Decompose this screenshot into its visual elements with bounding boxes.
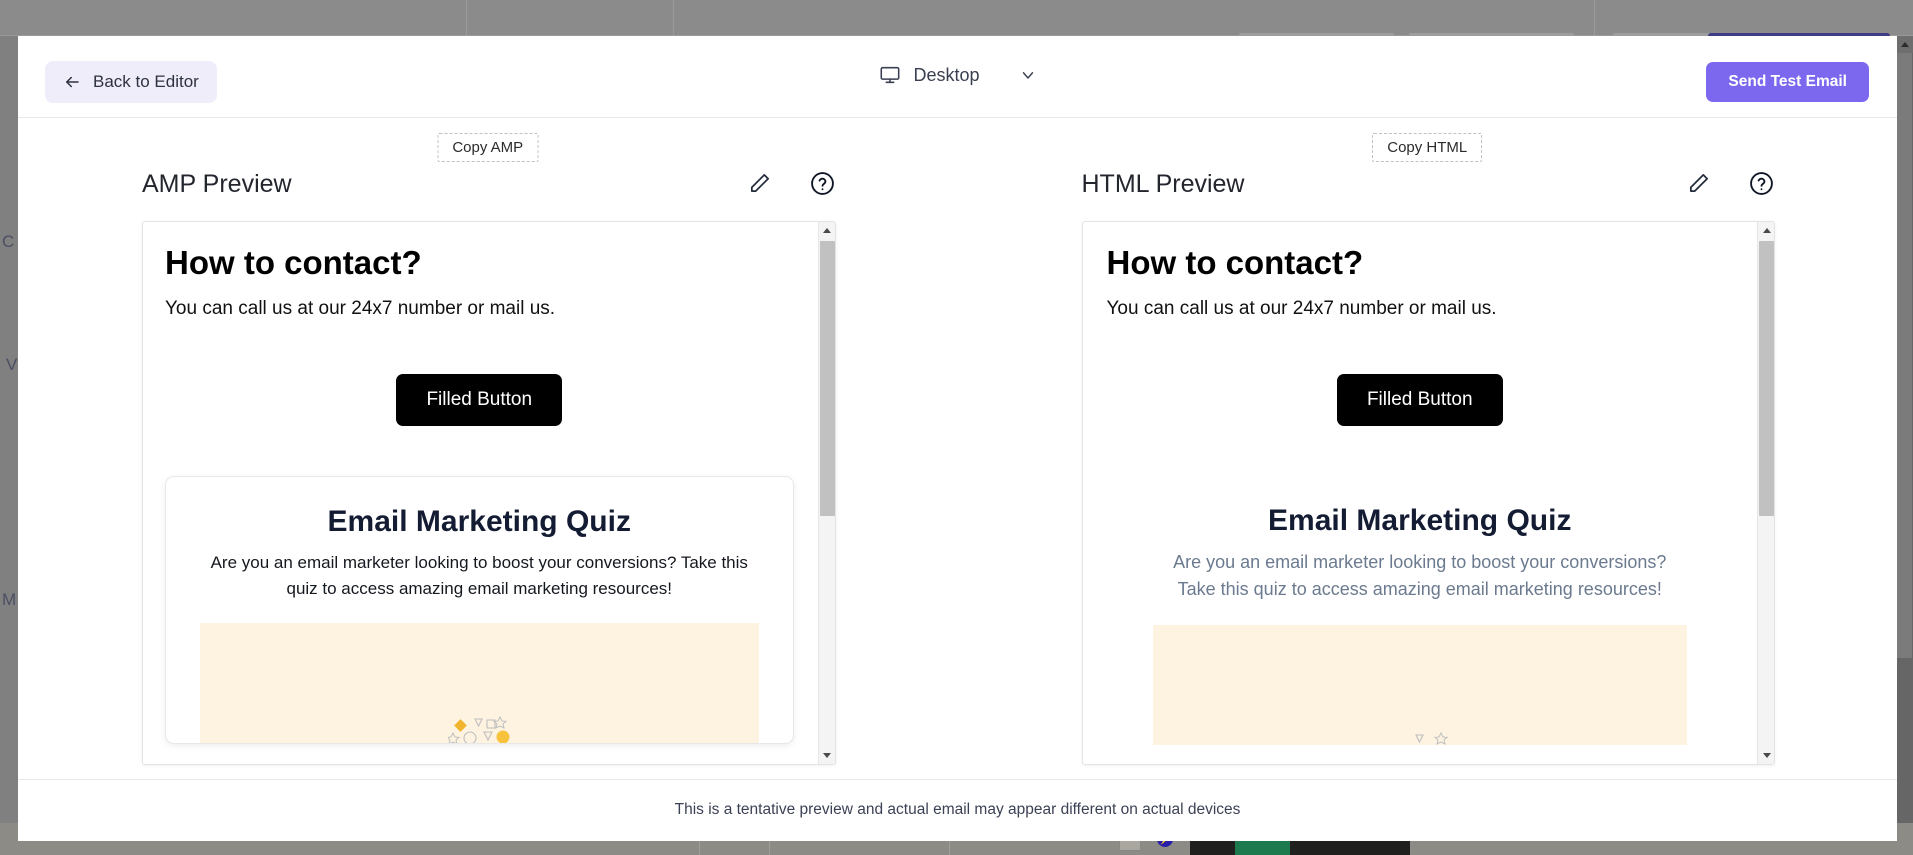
- email-filled-button[interactable]: Filled Button: [396, 374, 563, 426]
- html-scroll-down-arrow[interactable]: [1758, 747, 1774, 764]
- modal-header: Back to Editor Desktop Send Test Email: [18, 36, 1897, 118]
- email-preview-modal: Back to Editor Desktop Send Test Email C…: [18, 36, 1897, 841]
- question-circle-icon[interactable]: [1748, 170, 1775, 197]
- amp-preview-frame: How to contact? You can call us at our 2…: [142, 221, 836, 765]
- html-scrollbar-thumb[interactable]: [1759, 241, 1774, 516]
- email-button-row: Filled Button: [1107, 374, 1734, 426]
- html-preview-frame: How to contact? You can call us at our 2…: [1081, 221, 1775, 765]
- email-heading: How to contact?: [1106, 244, 1364, 281]
- decorative-shapes-icon: [448, 715, 510, 743]
- pencil-edit-icon[interactable]: [746, 170, 773, 197]
- copy-amp-button[interactable]: Copy AMP: [437, 133, 539, 162]
- amp-email-content: How to contact? You can call us at our 2…: [143, 222, 818, 764]
- copy-html-button[interactable]: Copy HTML: [1372, 133, 1483, 162]
- background-topbar-divider: [673, 0, 674, 36]
- html-preview-scrollbar[interactable]: [1757, 222, 1774, 764]
- modal-footer: This is a tentative preview and actual e…: [18, 779, 1897, 840]
- window-scrollbar-thumb[interactable]: [1897, 53, 1912, 658]
- chevron-down-icon: [1019, 66, 1037, 84]
- decorative-shapes-icon: [1389, 731, 1451, 745]
- back-to-editor-button[interactable]: Back to Editor: [45, 61, 217, 103]
- send-test-email-button[interactable]: Send Test Email: [1706, 62, 1869, 102]
- pencil-edit-icon[interactable]: [1685, 170, 1712, 197]
- html-pane-tools: [1685, 170, 1775, 197]
- device-preview-selector[interactable]: Desktop: [878, 64, 1036, 86]
- preview-panes-container: Copy AMP AMP Preview How to contact? You…: [18, 118, 1897, 779]
- quiz-title: Email Marketing Quiz: [1268, 504, 1572, 537]
- email-button-row: Filled Button: [165, 374, 794, 426]
- amp-scroll-up-arrow[interactable]: [819, 222, 835, 239]
- quiz-subtitle: Are you an email marketer looking to boo…: [1173, 552, 1667, 599]
- email-quiz-card: Email Marketing Quiz Are you an email ma…: [1106, 476, 1733, 745]
- amp-pane-tools: [746, 170, 836, 197]
- email-paragraph: You can call us at our 24x7 number or ma…: [165, 298, 556, 319]
- amp-preview-pane: Copy AMP AMP Preview How to contact? You…: [18, 118, 958, 779]
- html-scroll-up-arrow[interactable]: [1758, 222, 1774, 239]
- email-filled-button[interactable]: Filled Button: [1336, 374, 1503, 426]
- amp-preview-scrollbar[interactable]: [817, 222, 835, 764]
- device-selector-label: Desktop: [913, 64, 980, 85]
- background-topbar: [0, 0, 1913, 36]
- preview-disclaimer-text: This is a tentative preview and actual e…: [674, 801, 1241, 818]
- html-preview-title: HTML Preview: [1081, 170, 1245, 198]
- quiz-title: Email Marketing Quiz: [327, 505, 631, 538]
- back-to-editor-label: Back to Editor: [93, 72, 199, 91]
- quiz-banner: [1152, 625, 1687, 745]
- email-quiz-card: Email Marketing Quiz Are you an email ma…: [165, 476, 794, 744]
- html-email-content: How to contact? You can call us at our 2…: [1083, 222, 1758, 764]
- background-topbar-divider: [466, 0, 467, 36]
- amp-scroll-down-arrow[interactable]: [819, 747, 835, 764]
- quiz-banner: [200, 623, 759, 743]
- window-scroll-up-arrow[interactable]: [1896, 36, 1913, 53]
- email-paragraph: You can call us at our 24x7 number or ma…: [1106, 298, 1497, 319]
- background-letter: V: [6, 355, 18, 374]
- amp-preview-title: AMP Preview: [142, 170, 292, 198]
- amp-scrollbar-thumb[interactable]: [819, 241, 835, 516]
- window-scrollbar-track[interactable]: [1896, 36, 1913, 855]
- desktop-monitor-icon: [878, 64, 900, 86]
- background-letter: C: [2, 232, 15, 251]
- question-circle-icon[interactable]: [809, 170, 836, 197]
- background-topbar-divider: [1594, 0, 1595, 36]
- background-letter: M: [2, 590, 17, 609]
- email-heading: How to contact?: [165, 244, 422, 281]
- html-preview-pane: Copy HTML HTML Preview How to contact? Y…: [958, 118, 1898, 779]
- arrow-left-icon: [63, 73, 81, 91]
- quiz-subtitle: Are you an email marketer looking to boo…: [210, 553, 748, 598]
